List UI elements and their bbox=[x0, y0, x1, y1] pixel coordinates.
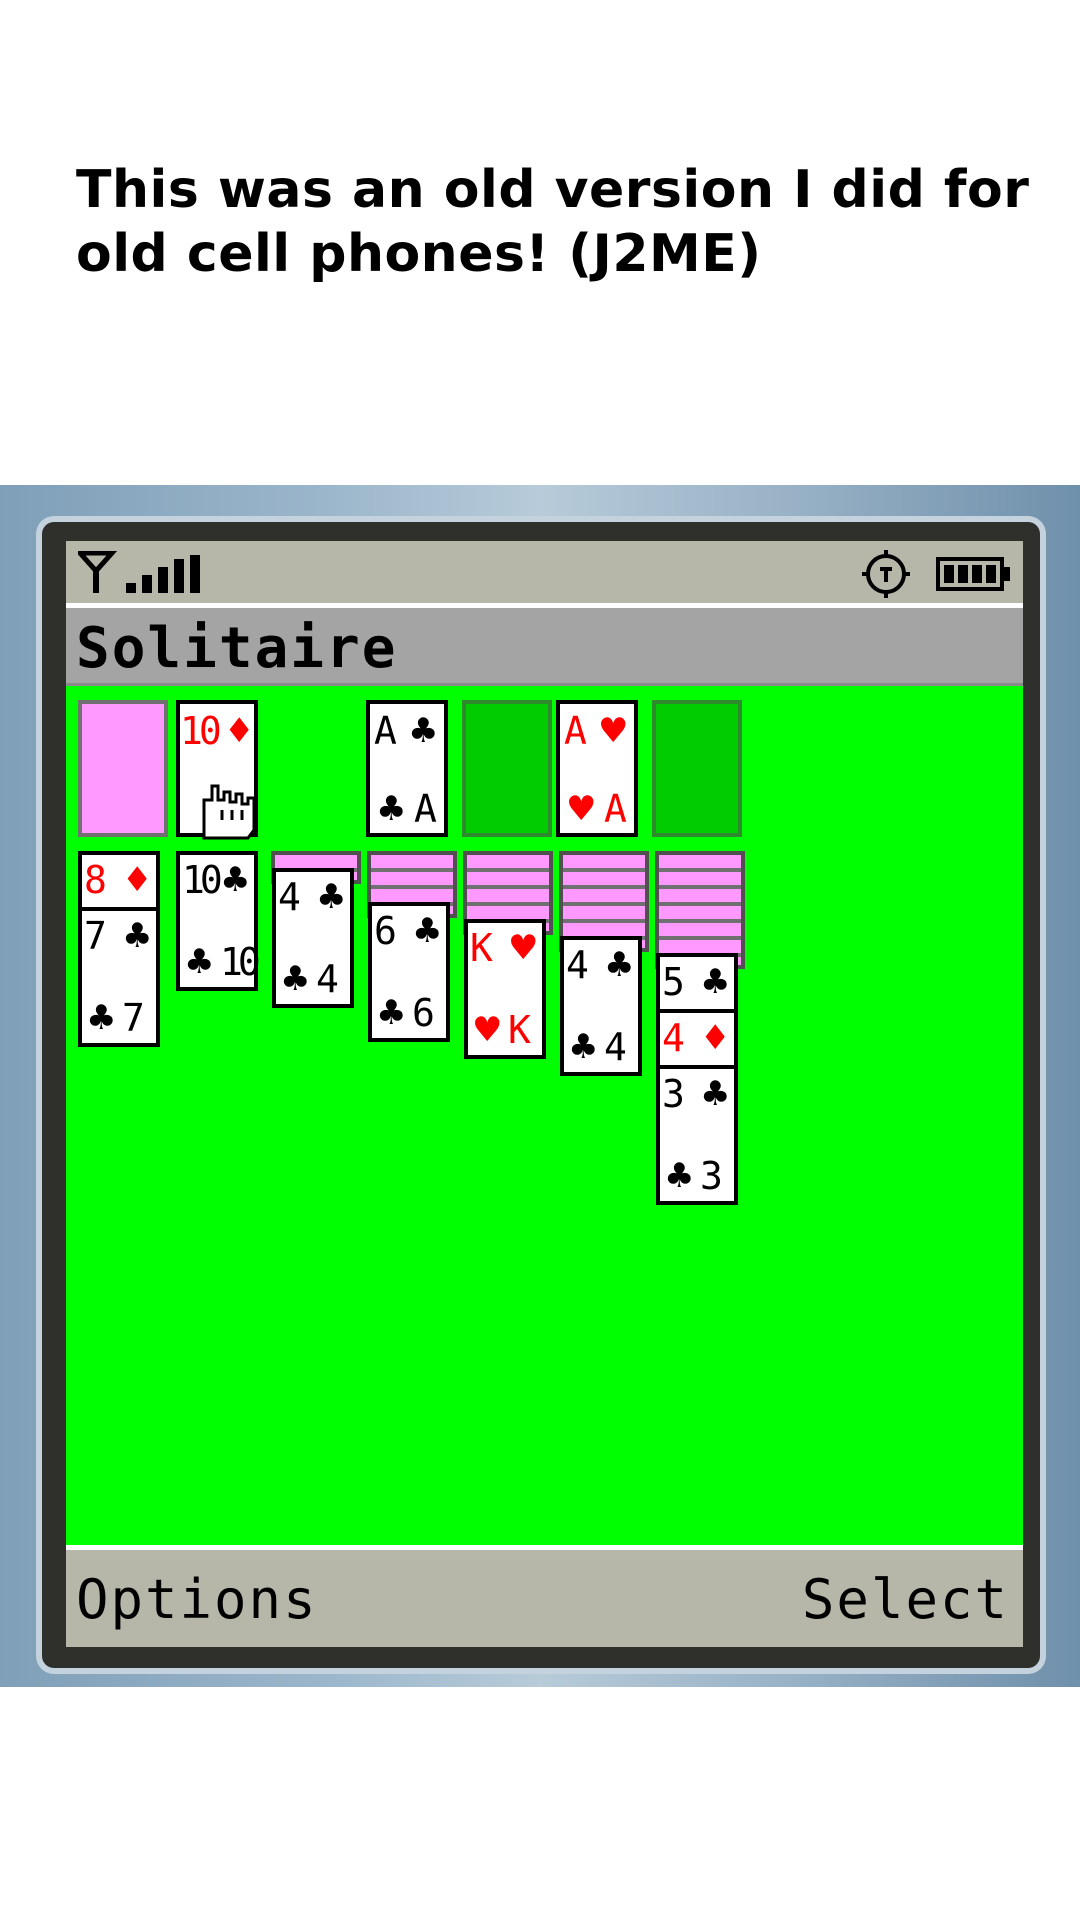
card-rank-top: 5 bbox=[662, 960, 685, 1004]
card-rank-bottom: 7 bbox=[122, 996, 145, 1040]
card-rank-bottom: K bbox=[508, 1008, 531, 1052]
card-suit-bottom: ♣ bbox=[280, 959, 311, 999]
card-rank-bottom: 4 bbox=[604, 1025, 627, 1069]
tableau-3-card-1[interactable]: 4 ♣ ♣ 4 bbox=[272, 868, 354, 1008]
card-suit-top: ♣ bbox=[412, 911, 443, 951]
tableau-7-facedown bbox=[655, 851, 745, 969]
waste-pile-card[interactable]: 10 ♦ bbox=[176, 700, 258, 840]
waste-rank: 10 bbox=[180, 709, 222, 753]
status-bar bbox=[66, 541, 1023, 603]
foundation-1-suit-top: ♣ bbox=[408, 711, 439, 751]
stock-pile[interactable] bbox=[78, 700, 168, 837]
tableau-1-card-2[interactable]: 7 ♣ ♣ 7 bbox=[78, 907, 160, 1047]
foundation-1[interactable]: A ♣ ♣ A bbox=[366, 700, 448, 837]
card-suit-top: ♦ bbox=[122, 860, 153, 900]
tableau-5-card-1[interactable]: K ♥ ♥ K bbox=[464, 919, 546, 1059]
tableau-4-card-1[interactable]: 6 ♣ ♣ 6 bbox=[368, 902, 450, 1042]
card-suit-top: ♣ bbox=[700, 1074, 731, 1114]
foundation-3-rank-bottom: A bbox=[604, 787, 627, 831]
card-suit-bottom: ♣ bbox=[568, 1027, 599, 1067]
card-rank-top: 6 bbox=[374, 909, 397, 953]
card-suit-top: ♥ bbox=[508, 928, 539, 968]
card-rank-top: 4 bbox=[278, 875, 301, 919]
select-softkey[interactable]: Select bbox=[802, 1568, 1009, 1631]
app-title: Solitaire bbox=[76, 616, 398, 681]
signal-strength-icon bbox=[126, 555, 200, 593]
title-bar: Solitaire bbox=[66, 608, 1023, 686]
hand-pointer-icon bbox=[202, 784, 256, 840]
phone-screen: Solitaire 10 ♦ A ♣ ♣ A A ♥ ♥ A 8 ♦ 7 ♣ ♣ 7 10 ♣… bbox=[66, 541, 1023, 1647]
battery-icon bbox=[936, 557, 1010, 591]
antenna-signal-icon bbox=[78, 551, 118, 593]
caption-text: This was an old version I did for old ce… bbox=[76, 160, 1030, 284]
card-rank-bottom: 6 bbox=[412, 991, 435, 1035]
navigation-icon bbox=[862, 550, 910, 598]
card-rank-bottom: 10 bbox=[220, 940, 261, 984]
card-suit-top: ♣ bbox=[700, 962, 731, 1002]
card-suit-top: ♦ bbox=[700, 1018, 731, 1058]
card-suit-top: ♣ bbox=[122, 916, 153, 956]
tableau-7-card-1[interactable]: 5 ♣ bbox=[656, 953, 738, 1013]
card-suit-bottom: ♣ bbox=[184, 942, 215, 982]
card-rank-top: K bbox=[470, 926, 493, 970]
foundation-3[interactable]: A ♥ ♥ A bbox=[556, 700, 638, 837]
card-suit-bottom: ♣ bbox=[376, 993, 407, 1033]
card-rank-top: 4 bbox=[566, 943, 589, 987]
card-suit-top: ♣ bbox=[220, 860, 251, 900]
foundation-4-empty[interactable] bbox=[652, 700, 742, 837]
card-suit-top: ♣ bbox=[604, 945, 635, 985]
foundation-2-empty[interactable] bbox=[462, 700, 552, 837]
softkey-bar: Options Select bbox=[66, 1545, 1023, 1647]
card-rank-top: 8 bbox=[84, 858, 107, 902]
foundation-1-rank-bottom: A bbox=[414, 787, 437, 831]
card-rank-top: 10 bbox=[182, 858, 223, 902]
card-suit-top: ♣ bbox=[316, 877, 347, 917]
card-rank-top: 3 bbox=[662, 1072, 685, 1116]
foundation-3-suit-bottom: ♥ bbox=[566, 789, 597, 829]
options-softkey[interactable]: Options bbox=[76, 1568, 318, 1631]
card-rank-bottom: 4 bbox=[316, 957, 339, 1001]
game-table[interactable]: 10 ♦ A ♣ ♣ A A ♥ ♥ A 8 ♦ 7 ♣ ♣ 7 10 ♣ ♣ 10 4 ♣ ♣ 4 6 ♣ ♣… bbox=[66, 686, 1023, 1486]
tableau-1-card-1[interactable]: 8 ♦ bbox=[78, 851, 160, 911]
foundation-1-rank-top: A bbox=[374, 709, 397, 753]
card-suit-bottom: ♣ bbox=[664, 1156, 695, 1196]
tableau-6-card-1[interactable]: 4 ♣ ♣ 4 bbox=[560, 936, 642, 1076]
card-suit-bottom: ♥ bbox=[472, 1010, 503, 1050]
waste-suit: ♦ bbox=[224, 711, 255, 751]
foundation-3-suit-top: ♥ bbox=[598, 711, 629, 751]
card-rank-top: 7 bbox=[84, 914, 107, 958]
foundation-1-suit-bottom: ♣ bbox=[376, 789, 407, 829]
card-suit-bottom: ♣ bbox=[86, 998, 117, 1038]
card-rank-bottom: 3 bbox=[700, 1154, 723, 1198]
tableau-7-card-2[interactable]: 4 ♦ bbox=[656, 1009, 738, 1069]
tableau-2-card-1[interactable]: 10 ♣ ♣ 10 bbox=[176, 851, 261, 991]
foundation-3-rank-top: A bbox=[564, 709, 587, 753]
card-rank-top: 4 bbox=[662, 1016, 685, 1060]
tableau-7-card-3[interactable]: 3 ♣ ♣ 3 bbox=[656, 1065, 738, 1205]
